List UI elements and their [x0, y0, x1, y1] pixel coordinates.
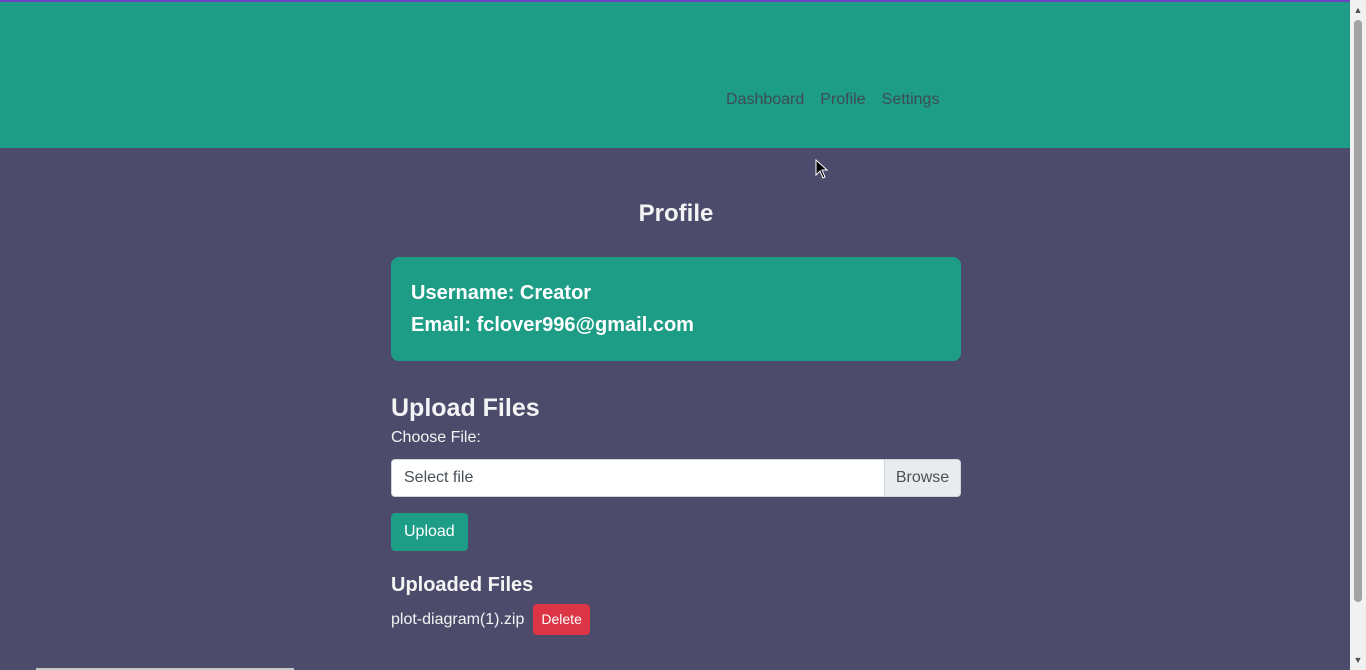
- mouse-pointer-icon: [815, 159, 829, 179]
- chevron-up-icon[interactable]: ▲: [1350, 2, 1366, 18]
- username-text: Username: Creator: [411, 282, 592, 304]
- email-text: Email: fclover996@gmail.com: [411, 314, 694, 336]
- vertical-scrollbar[interactable]: ▲ ▼: [1350, 0, 1366, 670]
- nav-links: Dashboard Profile Settings: [718, 91, 947, 109]
- main-content: Profile Username: Creator Email: fclover…: [391, 148, 961, 635]
- file-input-text[interactable]: Select file: [392, 460, 884, 496]
- browse-button[interactable]: Browse: [884, 460, 960, 496]
- upload-button[interactable]: Upload: [391, 513, 468, 551]
- choose-file-label: Choose File:: [391, 429, 481, 446]
- profile-info-card: Username: Creator Email: fclover996@gmai…: [391, 257, 961, 361]
- nav-link-dashboard[interactable]: Dashboard: [718, 91, 812, 109]
- scrollbar-thumb[interactable]: [1354, 20, 1362, 602]
- uploaded-files-title: Uploaded Files: [391, 574, 534, 596]
- delete-file-button[interactable]: Delete: [533, 604, 590, 635]
- upload-section-title: Upload Files: [391, 394, 540, 422]
- file-input[interactable]: Select file Browse: [391, 459, 961, 497]
- uploaded-file-row: plot-diagram(1).zip Delete: [391, 604, 961, 635]
- uploaded-file-name: plot-diagram(1).zip: [391, 610, 525, 628]
- page-title: Profile: [638, 200, 714, 227]
- navbar: Dashboard Profile Settings: [0, 2, 1350, 148]
- nav-link-profile[interactable]: Profile: [812, 91, 873, 109]
- nav-link-settings[interactable]: Settings: [874, 91, 948, 109]
- chevron-down-icon[interactable]: ▼: [1350, 652, 1366, 668]
